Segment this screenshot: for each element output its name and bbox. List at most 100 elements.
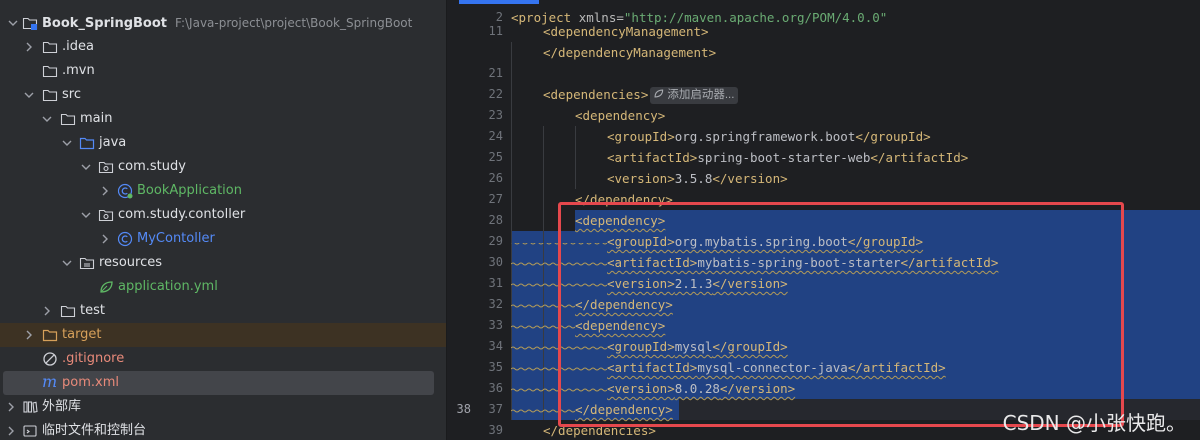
ignore-icon [42,351,58,367]
spring-config-icon [98,279,114,295]
line-number: 30 [488,255,503,269]
chevron-right-icon[interactable] [4,395,18,419]
code-line-11[interactable]: <dependencyManagement> [543,21,1200,42]
line-number: 25 [488,150,503,164]
tree-item-label: 临时文件和控制台 [42,423,147,438]
chevron-right-icon[interactable] [40,299,54,323]
line-number: 27 [488,192,503,206]
line-number: 11 [488,24,503,38]
tree-item-bookapplication[interactable]: BookApplication [0,179,446,203]
line-number: 23 [488,108,503,122]
tree-item-label: pom.xml [62,375,119,390]
tree-item-gitignore[interactable]: .gitignore [0,347,446,371]
line-number: 37 [488,402,503,416]
line-number: 34 [488,339,503,353]
tree-item-main[interactable]: main [0,107,446,131]
tree-item-idea[interactable]: .idea [0,35,446,59]
tree-item-label: Book_SpringBoot [42,16,167,31]
tree-item-label: com.study [118,159,186,174]
chevron-right-icon[interactable] [98,227,112,251]
tree-item-external-libraries[interactable]: 外部库 [0,395,446,419]
tree-item-mycontoller[interactable]: MyContoller [0,227,446,251]
scratches-icon [22,423,38,439]
hint-label: 添加启动器... [667,89,735,101]
code-token: 3.5.8 [674,171,713,186]
tree-item-application-yml[interactable]: application.yml [0,275,446,299]
tree-item-label: .gitignore [62,351,125,366]
chevron-right-icon[interactable] [98,179,112,203]
tree-item-label: src [62,87,81,102]
tree-item-resources[interactable]: resources [0,251,446,275]
line-number: 31 [488,276,503,290]
line-number: 39 [488,423,503,437]
chevron-right-icon[interactable] [4,419,18,440]
chevron-down-icon[interactable] [40,107,54,131]
tree-item-test[interactable]: test [0,299,446,323]
spring-leaf-icon [654,89,664,98]
code-line-27[interactable]: <version>3.5.8</version> [607,168,1200,189]
tree-item-com-study[interactable]: com.study [0,155,446,179]
line-number: 26 [488,171,503,185]
code-token: <dependencyManagement> [543,24,709,39]
chevron-down-icon[interactable] [60,131,74,155]
editor-scroll-indicator [459,0,539,4]
project-tool-window: Book_SpringBoot F:\Java-project\project\B… [0,0,446,440]
project-path: F:\Java-project\project\Book_SpringBoot [175,16,413,30]
watermark: CSDN @小张快跑。 [1002,411,1186,435]
maven-icon: m [42,372,58,391]
tree-item-label: com.study.contoller [118,207,246,222]
tree-item-target[interactable]: target [0,323,446,347]
add-starter-hint[interactable]: 添加启动器... [650,87,739,104]
code-token: <version> [607,171,675,186]
code-token: </groupId> [855,129,931,144]
class-icon [117,231,133,247]
line-number: 35 [488,360,503,374]
tree-item-label: 外部库 [42,399,82,414]
code-token: </dependencyManagement> [543,45,717,60]
code-line-24[interactable]: <dependency> [575,105,1200,126]
folder-icon [42,39,58,55]
source-folder-icon [79,135,95,151]
tree-item-mvn[interactable]: .mvn [0,59,446,83]
chevron-down-icon[interactable] [22,83,36,107]
chevron-down-icon[interactable] [60,251,74,275]
chevron-right-icon[interactable] [22,323,36,347]
code-token: org.springframework.boot [674,129,856,144]
chevron-down-icon[interactable] [6,11,20,35]
chevron-right-icon[interactable] [22,35,36,59]
code-line-23[interactable]: <dependencies> 添加启动器... [543,84,1200,105]
current-line-number: 38 [456,402,471,416]
tree-item-label: application.yml [118,279,218,294]
tree-item-label: target [62,327,102,342]
code-line-25[interactable]: <groupId>org.springframework.boot</group… [607,126,1200,147]
code-token: spring-boot-starter-web [697,150,871,165]
code-line-26[interactable]: <artifactId>spring-boot-starter-web</art… [607,147,1200,168]
tree-item-pom-xml[interactable]: m pom.xml [3,371,434,395]
line-number: 33 [488,318,503,332]
code-token: <dependency> [575,108,666,123]
line-number-gutter: 2 11 21 22 23 24 25 26 27 28 29 30 31 32… [447,0,503,440]
tree-item-label: test [80,303,105,318]
code-token: <artifactId> [607,150,698,165]
excluded-folder-icon [42,327,58,343]
tree-item-label: MyContoller [137,231,215,246]
tree-item-scratches[interactable]: 临时文件和控制台 [0,419,446,440]
tree-item-com-study-contoller[interactable]: com.study.contoller [0,203,446,227]
code-line-21[interactable]: </dependencyManagement> [543,42,1200,63]
spring-class-icon [117,183,133,199]
indent-guide [575,126,576,189]
chevron-down-icon[interactable] [79,155,93,179]
line-number: 32 [488,297,503,311]
chevron-down-icon[interactable] [79,203,93,227]
tree-item-label: BookApplication [137,183,242,198]
line-number: 28 [488,213,503,227]
tree-item-label: java [99,135,127,150]
line-number: 29 [488,234,503,248]
code-token: </artifactId> [870,150,969,165]
tree-item-label: .mvn [62,63,95,78]
tree-item-root[interactable]: Book_SpringBoot F:\Java-project\project\B… [0,11,446,35]
tree-item-java[interactable]: java [0,131,446,155]
folder-icon [42,63,58,79]
tree-item-src[interactable]: src [0,83,446,107]
tree-item-label: main [80,111,113,126]
